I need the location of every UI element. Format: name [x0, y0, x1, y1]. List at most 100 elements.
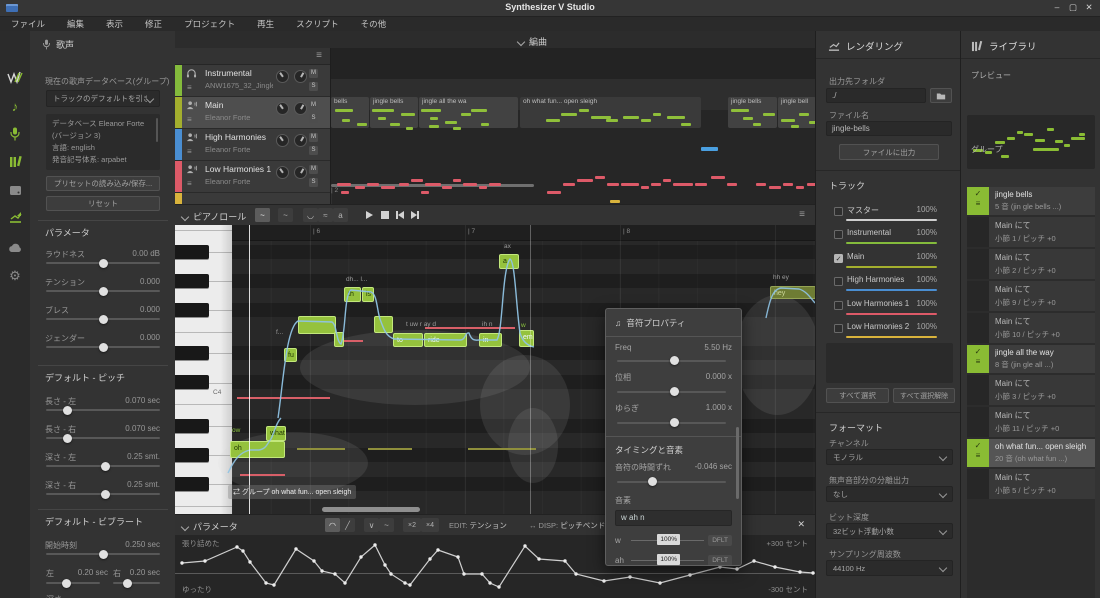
- group-info[interactable]: oh what fun... open sleigh20 音 (oh what …: [989, 439, 1095, 467]
- render-track-checkbox-4[interactable]: [834, 301, 843, 310]
- note[interactable]: oh: [230, 441, 285, 458]
- arrangement-collapse[interactable]: 編曲: [518, 35, 547, 48]
- param-line-tool-icon[interactable]: ╱: [340, 518, 355, 532]
- track-grip-icon[interactable]: ≡: [187, 84, 196, 91]
- mute-button[interactable]: M: [309, 133, 318, 142]
- black-key[interactable]: [175, 245, 209, 259]
- pitch-param-0-slider[interactable]: [46, 409, 160, 411]
- logo-icon[interactable]: [0, 64, 30, 90]
- voice-param-0-slider[interactable]: [46, 262, 160, 264]
- param-panel-close-icon[interactable]: ✕: [797, 519, 805, 530]
- black-key[interactable]: [175, 274, 209, 288]
- pan-knob[interactable]: [276, 166, 289, 179]
- tracklist-menu-icon[interactable]: ≡: [316, 51, 322, 61]
- render-panel-icon[interactable]: [0, 205, 30, 231]
- instance-info[interactable]: Main にて小節 11 / ピッチ +0: [989, 407, 1095, 437]
- voice-param-1-slider[interactable]: [46, 290, 160, 292]
- phoneme-label[interactable]: hh ey: [773, 274, 789, 281]
- select-all-button[interactable]: すべて選択: [826, 388, 889, 403]
- minimize-button[interactable]: –: [1050, 2, 1064, 12]
- track-grip-icon[interactable]: ≡: [187, 148, 196, 155]
- slider-thumb[interactable]: [670, 387, 679, 396]
- menu-item-4[interactable]: プロジェクト: [173, 18, 246, 30]
- pan-knob[interactable]: [276, 70, 289, 83]
- popup-slider-1[interactable]: [615, 388, 732, 397]
- zoom-x2-button[interactable]: ×2: [403, 518, 421, 532]
- piano-roll-menu-icon[interactable]: ≡: [799, 210, 805, 220]
- render-track-checkbox-5[interactable]: [834, 324, 843, 333]
- phoneme-label[interactable]: dh... l...: [346, 276, 367, 283]
- instance-info[interactable]: Main にて小節 3 / ピッチ +0: [989, 375, 1095, 405]
- mute-button[interactable]: M: [309, 101, 318, 110]
- menu-item-6[interactable]: スクリプト: [285, 18, 350, 30]
- menu-item-0[interactable]: ファイル: [0, 18, 56, 30]
- voice-param-2-slider[interactable]: [46, 318, 160, 320]
- gain-knob[interactable]: [294, 134, 307, 147]
- note[interactable]: em: [519, 330, 534, 347]
- track-row-low-harmonies-1[interactable]: ≡Low Harmonies 1Eleanor ForteMS: [175, 161, 330, 193]
- group-instance-2-0[interactable]: Main にて小節 5 / ピッチ +0: [967, 469, 1095, 501]
- instance-info[interactable]: Main にて小節 1 / ピッチ +0: [989, 217, 1095, 247]
- smooth-mode-icon[interactable]: ≈: [318, 208, 333, 222]
- stop-button[interactable]: [377, 208, 392, 222]
- track-row-instrumental[interactable]: ≡InstrumentalANW1675_32_Jingle-B...MS: [175, 65, 330, 97]
- export-button[interactable]: ファイルに出力: [839, 144, 939, 160]
- solo-button[interactable]: S: [309, 82, 318, 91]
- group-instance-1-0[interactable]: Main にて小節 3 / ピッチ +0: [967, 375, 1095, 407]
- preset-button[interactable]: プリセットの読み込み/保存...: [46, 176, 160, 191]
- note[interactable]: to: [393, 333, 423, 347]
- pitch-param-2-slider-thumb[interactable]: [101, 462, 110, 471]
- skip-back-button[interactable]: [392, 208, 407, 222]
- group-info[interactable]: jingle all the way8 音 (jin gle all ...): [989, 345, 1095, 373]
- folder-input[interactable]: ./: [826, 88, 926, 103]
- vibrato-start-slider-thumb[interactable]: [99, 550, 108, 559]
- menu-item-3[interactable]: 修正: [134, 18, 173, 30]
- slider-thumb[interactable]: [670, 418, 679, 427]
- vibrato-start-slider[interactable]: [46, 553, 160, 555]
- gain-knob[interactable]: [294, 70, 307, 83]
- instance-info[interactable]: Main にて小節 9 / ピッチ +0: [989, 281, 1095, 311]
- popup-slider-0[interactable]: [615, 357, 732, 366]
- black-key[interactable]: [175, 303, 209, 317]
- pitch-param-0-slider-thumb[interactable]: [63, 406, 72, 415]
- voice-param-2-slider-thumb[interactable]: [99, 315, 108, 324]
- info-scrollbar[interactable]: [156, 118, 158, 142]
- phoneme-label[interactable]: f...: [276, 329, 283, 336]
- reset-button[interactable]: リセット: [46, 196, 160, 211]
- param-smooth-mode-icon[interactable]: ◠: [325, 518, 340, 532]
- deselect-all-button[interactable]: すべて選択解除: [893, 388, 955, 403]
- pan-knob[interactable]: [276, 134, 289, 147]
- voice-param-3-slider-thumb[interactable]: [99, 343, 108, 352]
- format-dropdown-3[interactable]: 44100 Hz: [826, 560, 953, 576]
- gain-knob[interactable]: [294, 102, 307, 115]
- skip-forward-button[interactable]: [407, 208, 422, 222]
- group-enable-block[interactable]: ✓≡: [967, 439, 989, 467]
- group-instance-0-2[interactable]: Main にて小節 9 / ピッチ +0: [967, 281, 1095, 313]
- popup-scrollbar[interactable]: [736, 427, 739, 499]
- track-row-main[interactable]: ≡MainEleanor ForteMS: [175, 97, 330, 129]
- phoneme-label[interactable]: ax: [504, 243, 511, 250]
- library-group-2[interactable]: ✓≡oh what fun... open sleigh20 音 (oh wha…: [967, 439, 1095, 469]
- disp-value[interactable]: ピッチベンド: [560, 520, 605, 531]
- phoneme-label[interactable]: w: [521, 322, 526, 329]
- note[interactable]: a: [499, 254, 519, 269]
- offset-slider[interactable]: [615, 478, 732, 487]
- note[interactable]: is: [362, 287, 374, 302]
- default-button[interactable]: DFLT: [708, 535, 732, 546]
- mute-button[interactable]: M: [309, 69, 318, 78]
- note[interactable]: [298, 316, 336, 334]
- solo-button[interactable]: S: [309, 114, 318, 123]
- note[interactable]: hey: [770, 286, 815, 299]
- param-panel-collapse[interactable]: パラメータ: [182, 520, 238, 533]
- group-info[interactable]: jingle bells5 音 (jin gle bells ...): [989, 187, 1095, 215]
- group-enable-block[interactable]: ✓≡: [967, 187, 989, 215]
- note[interactable]: [374, 316, 393, 333]
- format-dropdown-2[interactable]: 32ビット浮動小数: [826, 523, 953, 539]
- solo-button[interactable]: S: [309, 178, 318, 187]
- note[interactable]: th: [344, 287, 361, 302]
- phoneme-toggle-icon[interactable]: a: [333, 208, 348, 222]
- track-grip-icon[interactable]: ≡: [187, 116, 196, 123]
- format-dropdown-0[interactable]: モノラル: [826, 449, 953, 465]
- render-track-checkbox-2[interactable]: ✓: [834, 254, 843, 263]
- settings-gear-icon[interactable]: ⚙: [0, 263, 30, 289]
